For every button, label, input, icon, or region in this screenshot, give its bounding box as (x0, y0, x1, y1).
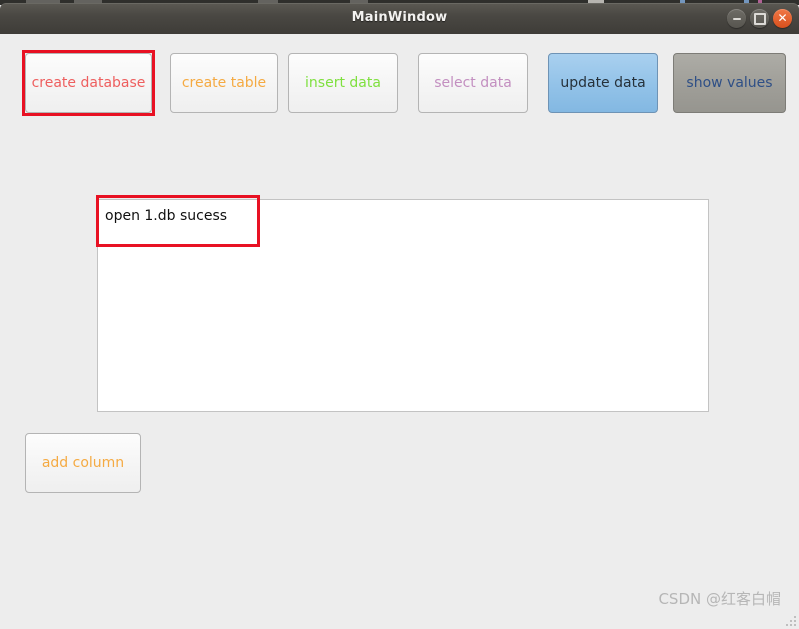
button-create-table[interactable]: create table (170, 53, 278, 113)
close-icon: ✕ (777, 11, 788, 25)
output-text-area[interactable]: open 1.db sucess (97, 199, 709, 412)
button-label: create table (181, 75, 267, 91)
maximize-button[interactable] (750, 9, 769, 28)
minimize-icon (732, 17, 741, 20)
button-create-database[interactable]: create database (25, 53, 152, 113)
client-area: create database create table insert data se… (0, 34, 799, 629)
button-update-data[interactable]: update data (548, 53, 658, 113)
close-button[interactable]: ✕ (773, 9, 792, 28)
output-line: open 1.db sucess (105, 208, 228, 224)
window-controls: ✕ (727, 9, 792, 28)
button-label: show values (686, 75, 773, 91)
button-select-data[interactable]: select data (418, 53, 528, 113)
application-window: MainWindow ✕ create database create table… (0, 0, 799, 629)
maximize-icon (753, 12, 766, 25)
button-label: insert data (305, 75, 381, 91)
button-label: select data (434, 75, 512, 91)
add-column-label: add column (41, 455, 125, 471)
button-label: create database (31, 75, 146, 91)
button-label: update data (560, 75, 646, 91)
watermark-label: CSDN @红客白帽 (658, 590, 781, 608)
add-column-button[interactable]: add column (25, 433, 141, 493)
minimize-button[interactable] (727, 9, 746, 28)
resize-grip[interactable] (783, 613, 796, 626)
title-bar[interactable]: MainWindow ✕ (0, 3, 799, 34)
button-show-values[interactable]: show values (673, 53, 786, 113)
window-title: MainWindow (351, 10, 448, 25)
button-insert-data[interactable]: insert data (288, 53, 398, 113)
